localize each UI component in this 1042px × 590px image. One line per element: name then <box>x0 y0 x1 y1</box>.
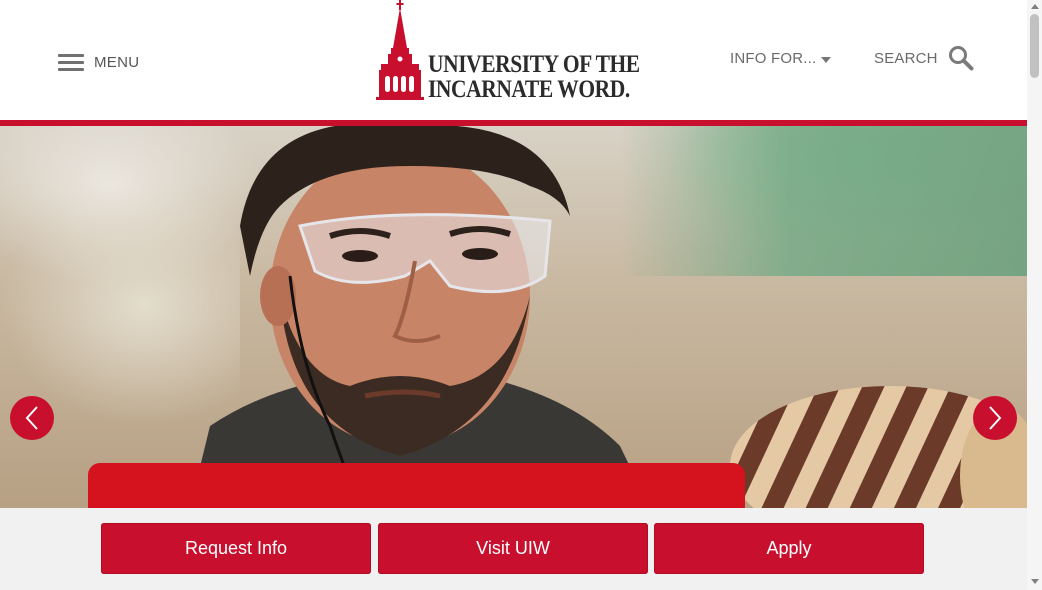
search-icon <box>948 46 974 71</box>
chevron-left-icon <box>25 406 38 430</box>
visit-uiw-button[interactable]: Visit UIW <box>378 523 648 574</box>
logo-line-2: INCARNATE WORD. <box>428 76 630 103</box>
hero-slider <box>0 126 1027 508</box>
menu-label: MENU <box>94 53 140 71</box>
scroll-down-arrow-icon[interactable] <box>1031 579 1039 584</box>
info-for-label: INFO FOR... <box>730 50 817 67</box>
apply-button[interactable]: Apply <box>654 523 924 574</box>
chevron-right-icon <box>989 406 1002 430</box>
hero-background-green <box>620 126 1027 276</box>
info-for-dropdown[interactable]: INFO FOR... <box>730 50 832 67</box>
caret-down-icon <box>821 57 832 63</box>
page-scrollbar[interactable] <box>1027 0 1042 590</box>
request-info-button[interactable]: Request Info <box>101 523 371 574</box>
site-header: MENU UNIVERSITY OF THE INCARNATE WORD. I… <box>0 0 1027 120</box>
logo-line-1: UNIVERSITY OF THE <box>428 51 640 78</box>
hero-caption-panel <box>88 463 745 508</box>
hamburger-icon <box>58 52 84 72</box>
scroll-up-arrow-icon[interactable] <box>1031 4 1039 9</box>
hero-photo-student <box>190 126 650 508</box>
search-label: SEARCH <box>874 49 938 67</box>
scrollbar-thumb[interactable] <box>1030 14 1039 78</box>
cta-bar: Request Info Visit UIW Apply <box>0 508 1027 590</box>
slider-next-button[interactable] <box>973 396 1017 440</box>
logo-wordmark: UNIVERSITY OF THE INCARNATE WORD. <box>428 52 640 102</box>
tower-logo-icon <box>376 0 424 100</box>
slider-prev-button[interactable] <box>10 396 54 440</box>
menu-button[interactable]: MENU <box>58 52 139 72</box>
search-button[interactable]: SEARCH <box>874 45 974 71</box>
university-logo[interactable]: UNIVERSITY OF THE INCARNATE WORD. <box>376 0 652 104</box>
